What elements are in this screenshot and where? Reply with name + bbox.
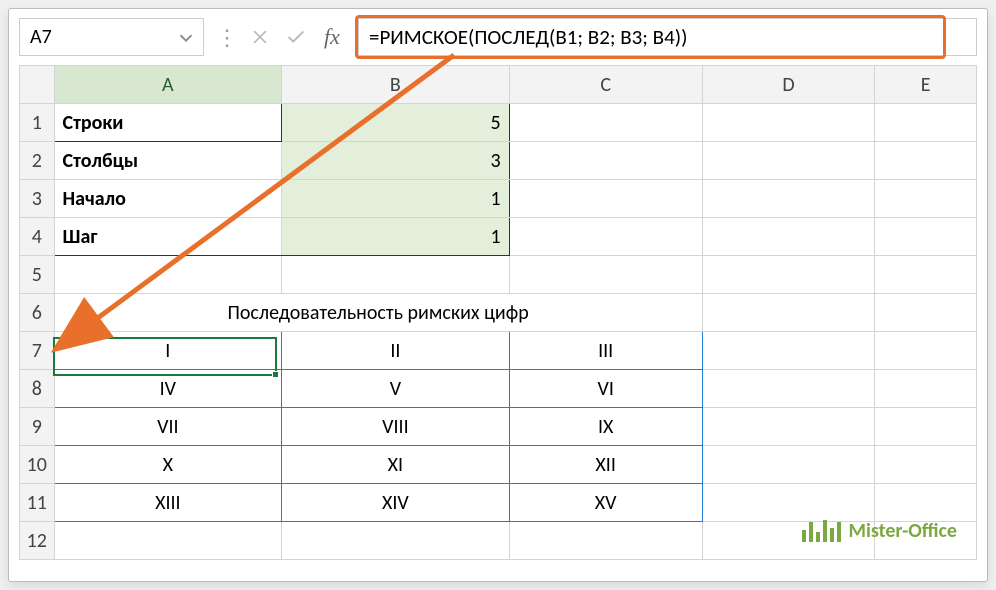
row-header[interactable]: 10 <box>20 446 55 484</box>
cell[interactable] <box>702 370 875 408</box>
formula-bar: A7 ⋮ fx =РИМСКОЕ(ПОСЛЕД(B1; B2; B3; B4)) <box>19 17 977 57</box>
row-header[interactable]: 5 <box>20 256 55 294</box>
cell[interactable] <box>702 332 875 370</box>
cell-b1[interactable]: 5 <box>282 104 510 142</box>
cell[interactable]: V <box>282 370 510 408</box>
cell[interactable]: VIII <box>282 408 510 446</box>
cell[interactable] <box>875 332 977 370</box>
cell[interactable]: IX <box>509 408 702 446</box>
col-header-d[interactable]: D <box>702 66 875 104</box>
cell-b7[interactable]: II <box>282 332 510 370</box>
cell-b4[interactable]: 1 <box>282 218 510 256</box>
cell-a4[interactable]: Шаг <box>54 218 282 256</box>
cell[interactable] <box>875 104 977 142</box>
col-header-a[interactable]: A <box>54 66 282 104</box>
cell-b3[interactable]: 1 <box>282 180 510 218</box>
col-header-c[interactable]: C <box>509 66 702 104</box>
cell[interactable]: X <box>54 446 282 484</box>
watermark-text: Mister-Office <box>849 519 958 543</box>
row-header[interactable]: 9 <box>20 408 55 446</box>
formula-bar-buttons: ⋮ fx <box>212 23 350 51</box>
row-header[interactable]: 4 <box>20 218 55 256</box>
cell[interactable]: XV <box>509 484 702 522</box>
cell[interactable] <box>875 256 977 294</box>
cell[interactable]: VII <box>54 408 282 446</box>
cell[interactable] <box>875 294 977 332</box>
cell[interactable] <box>702 180 875 218</box>
cell[interactable] <box>509 180 702 218</box>
watermark: Mister-Office <box>802 519 958 543</box>
cell[interactable] <box>702 142 875 180</box>
name-box[interactable]: A7 <box>19 18 204 56</box>
row-header[interactable]: 8 <box>20 370 55 408</box>
cell[interactable]: IV <box>54 370 282 408</box>
name-box-value: A7 <box>30 25 52 49</box>
row-header[interactable]: 1 <box>20 104 55 142</box>
cell[interactable]: XIII <box>54 484 282 522</box>
cell[interactable] <box>509 256 702 294</box>
cell[interactable] <box>702 256 875 294</box>
cell[interactable] <box>702 446 875 484</box>
cell-b2[interactable]: 3 <box>282 142 510 180</box>
formula-text: =РИМСКОЕ(ПОСЛЕД(B1; B2; B3; B4)) <box>369 24 687 50</box>
cell[interactable] <box>282 522 510 560</box>
cancel-icon[interactable] <box>246 23 274 51</box>
cell-a7[interactable]: I <box>54 332 282 370</box>
cell[interactable] <box>54 522 282 560</box>
cell-a3[interactable]: Начало <box>54 180 282 218</box>
grid: A B C D E 1 Строки 5 2 Столбцы 3 <box>19 65 977 560</box>
cell-c7[interactable]: III <box>509 332 702 370</box>
cell[interactable] <box>875 142 977 180</box>
cell[interactable] <box>875 446 977 484</box>
row-header[interactable]: 12 <box>20 522 55 560</box>
col-header-e[interactable]: E <box>875 66 977 104</box>
formula-input[interactable]: =РИМСКОЕ(ПОСЛЕД(B1; B2; B3; B4)) <box>358 18 977 56</box>
cell[interactable] <box>282 256 510 294</box>
col-header-b[interactable]: B <box>282 66 510 104</box>
cell[interactable] <box>875 408 977 446</box>
cell[interactable]: VI <box>509 370 702 408</box>
cell[interactable] <box>509 104 702 142</box>
cell[interactable] <box>702 484 875 522</box>
spreadsheet-window: A7 ⋮ fx =РИМСКОЕ(ПОСЛЕД(B1; B2; B3; B4)) <box>8 8 988 582</box>
separator-icon: ⋮ <box>216 24 238 51</box>
chevron-down-icon[interactable] <box>175 27 197 49</box>
row-header[interactable]: 3 <box>20 180 55 218</box>
cell[interactable]: XI <box>282 446 510 484</box>
cell[interactable] <box>875 484 977 522</box>
cell[interactable] <box>509 142 702 180</box>
row-header[interactable]: 11 <box>20 484 55 522</box>
row-header[interactable]: 6 <box>20 294 55 332</box>
select-all[interactable] <box>20 66 55 104</box>
row-header[interactable]: 2 <box>20 142 55 180</box>
row-header[interactable]: 7 <box>20 332 55 370</box>
cell[interactable] <box>875 180 977 218</box>
cell[interactable]: XIV <box>282 484 510 522</box>
cell[interactable] <box>509 522 702 560</box>
cell[interactable]: XII <box>509 446 702 484</box>
cell[interactable] <box>54 256 282 294</box>
cell[interactable] <box>702 104 875 142</box>
cell[interactable] <box>702 408 875 446</box>
fx-icon[interactable]: fx <box>318 23 346 51</box>
confirm-icon[interactable] <box>282 23 310 51</box>
cell[interactable] <box>875 370 977 408</box>
cell[interactable] <box>702 294 875 332</box>
cell[interactable] <box>509 218 702 256</box>
cell-a2[interactable]: Столбцы <box>54 142 282 180</box>
cell[interactable] <box>875 218 977 256</box>
cell[interactable] <box>702 218 875 256</box>
title-cell[interactable]: Последовательность римских цифр <box>54 294 702 332</box>
bars-icon <box>802 520 841 542</box>
cell-a1[interactable]: Строки <box>54 104 282 142</box>
